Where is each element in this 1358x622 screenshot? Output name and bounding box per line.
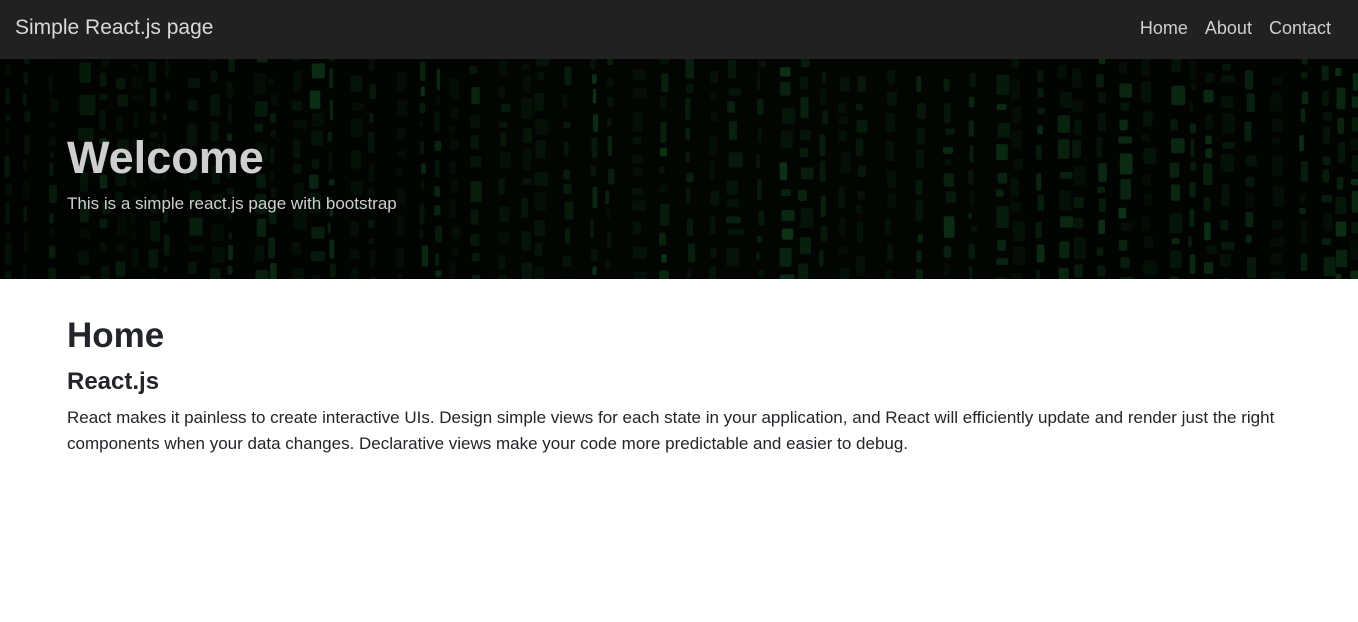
hero-subtitle: This is a simple react.js page with boot… bbox=[67, 194, 397, 213]
nav-link-home[interactable]: Home bbox=[1140, 17, 1188, 39]
nav-link-about[interactable]: About bbox=[1205, 17, 1252, 39]
navbar: Simple React.js page Home About Contact bbox=[0, 0, 1358, 59]
navbar-brand[interactable]: Simple React.js page bbox=[15, 15, 213, 41]
nav-link-contact[interactable]: Contact bbox=[1269, 17, 1331, 39]
hero-title: Welcome bbox=[67, 132, 264, 183]
hero-banner: Welcome This is a simple react.js page w… bbox=[0, 59, 1358, 279]
section-paragraph: React makes it painless to create intera… bbox=[67, 408, 1275, 453]
page-title: Home bbox=[67, 316, 165, 355]
section-title: React.js bbox=[67, 368, 160, 395]
nav-links: Home About Contact bbox=[1140, 17, 1331, 39]
